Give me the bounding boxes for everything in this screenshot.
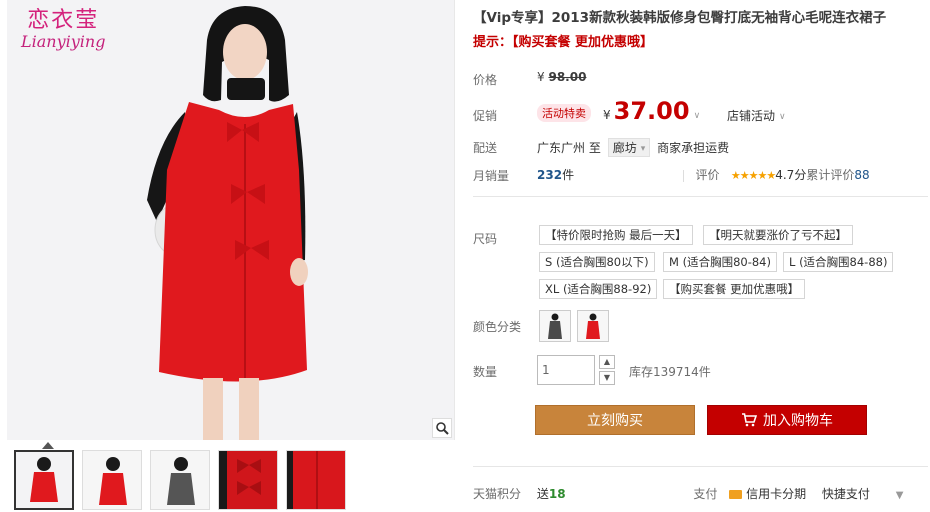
- ship-to-word: 至: [588, 141, 601, 155]
- size-option[interactable]: L (适合胸围84-88): [783, 252, 894, 272]
- price-label: 价格: [473, 73, 498, 87]
- product-title: 【Vip专享】2013新款秋装韩版修身包臀打底无袖背心毛呢连衣裙子: [473, 10, 887, 26]
- review-text: 累计评价: [806, 168, 855, 182]
- size-label: 尺码: [473, 232, 498, 246]
- buy-now-button[interactable]: 立刻购买: [535, 405, 695, 435]
- divider-line: [473, 196, 928, 197]
- points-prefix: 送: [536, 487, 549, 501]
- rating-block: 评价 ★★★★★4.7分累计评价88: [683, 166, 870, 183]
- chevron-down-icon: ▾: [640, 143, 646, 154]
- delivery-label: 配送: [473, 141, 498, 155]
- thumbnail-pointer-icon: [42, 442, 54, 449]
- bottom-info-row: 天猫积分 送18 支付 信用卡分期 快捷支付 ▼: [473, 485, 903, 502]
- shipping-fee: 商家承担运费: [657, 141, 730, 155]
- promo-price[interactable]: ¥37.00 ∨: [603, 97, 700, 125]
- size-option[interactable]: 【购买套餐 更加优惠哦】: [663, 279, 806, 299]
- original-price-value: 98.00: [548, 70, 587, 84]
- color-label: 颜色分类: [473, 320, 522, 334]
- promo-price-value: 37.00: [613, 97, 690, 125]
- promo-label: 促销: [473, 109, 498, 123]
- size-option[interactable]: 【特价限时抢购 最后一天】: [539, 225, 693, 245]
- city-value: 廊坊: [612, 141, 637, 155]
- divider-line: [473, 466, 928, 467]
- sales-label: 月销量: [473, 169, 510, 183]
- divider: [683, 169, 684, 182]
- currency-symbol: ¥: [537, 70, 545, 84]
- promo-currency: ¥: [603, 108, 611, 122]
- chevron-down-icon: ∨: [693, 110, 701, 121]
- model-photo: [7, 0, 454, 440]
- size-option[interactable]: 【明天就要涨价了亏不起】: [703, 225, 853, 245]
- rating-score: 4.7分: [775, 168, 807, 182]
- chevron-down-icon: ∨: [779, 111, 786, 122]
- quantity-decrease-icon[interactable]: ▼: [599, 371, 615, 385]
- shop-activity-dropdown[interactable]: 店铺活动 ∨: [727, 107, 786, 124]
- brand-name-cn: 恋衣莹: [27, 8, 100, 33]
- shop-activity-label: 店铺活动: [727, 109, 776, 123]
- color-swatch-red[interactable]: [577, 310, 609, 342]
- rating-stars-icon: ★★★★★: [730, 169, 776, 182]
- add-to-cart-button[interactable]: 加入购物车: [707, 405, 867, 435]
- brand-name-en: Lianyiying: [21, 32, 106, 51]
- points-label: 天猫积分: [473, 487, 522, 501]
- promo-tip: 提示：【购买套餐 更加优惠哦】: [473, 35, 654, 50]
- monthly-sales: 232件: [537, 166, 574, 183]
- review-count: 88: [854, 168, 870, 182]
- rating-label: 评价: [695, 168, 720, 182]
- chevron-down-icon[interactable]: ▼: [896, 490, 904, 501]
- thumbnail-5[interactable]: [286, 450, 346, 510]
- thumbnail-strip: [14, 450, 346, 510]
- city-select[interactable]: 廊坊 ▾: [607, 138, 651, 157]
- review-link[interactable]: 累计评价88: [806, 168, 869, 182]
- credit-installment[interactable]: 信用卡分期: [746, 487, 806, 501]
- size-option[interactable]: S (适合胸围80以下): [539, 252, 655, 272]
- sales-unit: 件: [562, 168, 575, 182]
- ship-from: 广东广州: [537, 141, 586, 155]
- brand-logo: 恋衣莹 Lianyiying: [21, 2, 105, 51]
- color-swatch-grey[interactable]: [539, 310, 571, 342]
- thumbnail-2[interactable]: [82, 450, 142, 510]
- credit-card-icon: [729, 490, 743, 499]
- zoom-icon[interactable]: [432, 418, 452, 438]
- payment-label: 支付: [693, 487, 718, 501]
- stock-count: 库存139714件: [629, 365, 711, 379]
- sales-count: 232: [537, 168, 563, 182]
- quick-pay[interactable]: 快捷支付: [822, 487, 870, 501]
- size-option[interactable]: XL (适合胸围88-92): [539, 279, 658, 299]
- size-option[interactable]: M (适合胸围80-84): [663, 252, 777, 272]
- thumbnail-1[interactable]: [14, 450, 74, 510]
- main-product-image[interactable]: 恋衣莹 Lianyiying: [7, 0, 455, 440]
- quantity-increase-icon[interactable]: ▲: [599, 355, 615, 369]
- delivery-info: 广东广州 至 廊坊 ▾ 商家承担运费: [537, 138, 729, 157]
- cart-icon: [742, 413, 758, 427]
- points-value: 18: [548, 487, 566, 501]
- thumbnail-3[interactable]: [150, 450, 210, 510]
- add-to-cart-label: 加入购物车: [763, 413, 833, 429]
- quantity-input[interactable]: [537, 355, 595, 385]
- promo-badge: 活动特卖: [537, 104, 591, 122]
- original-price: ¥ 98.00: [537, 70, 586, 84]
- thumbnail-4[interactable]: [218, 450, 278, 510]
- quantity-label: 数量: [473, 365, 498, 379]
